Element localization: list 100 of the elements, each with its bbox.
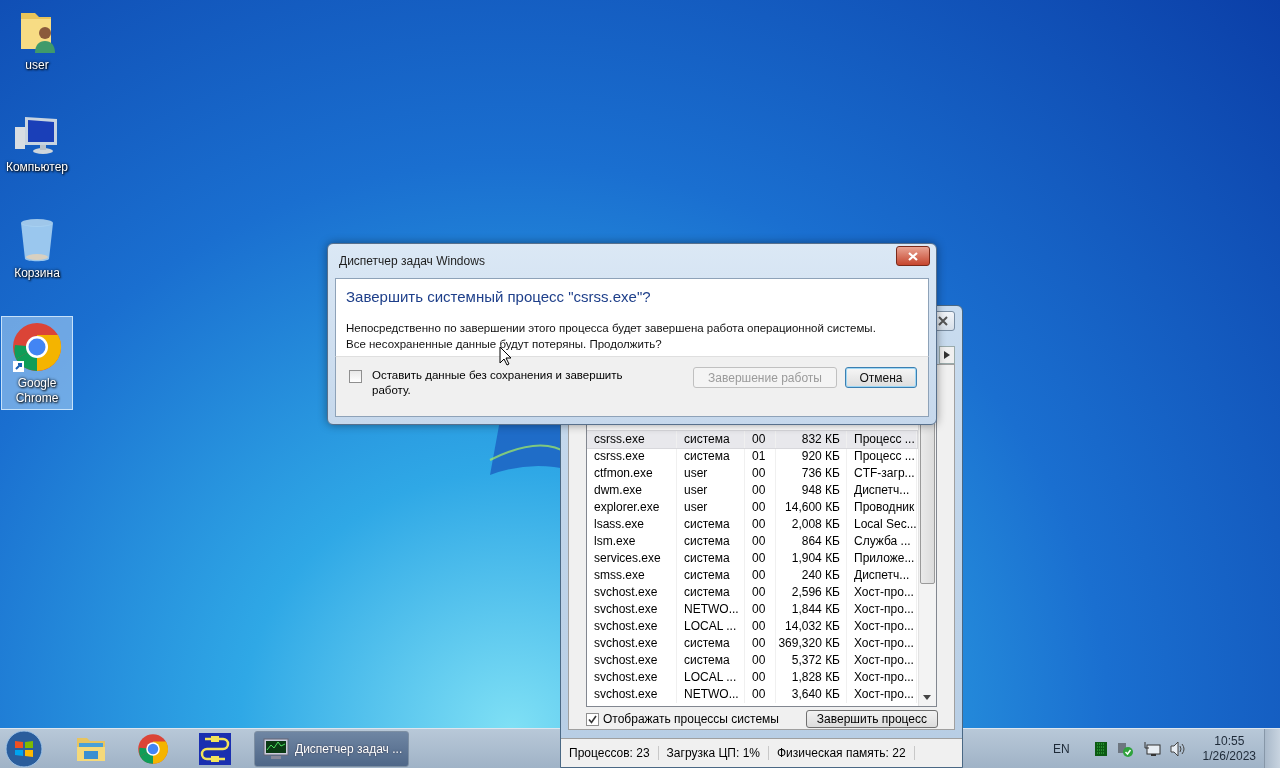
table-cell: 832 КБ <box>776 431 847 448</box>
table-cell: Хост-про... <box>847 686 917 703</box>
process-row[interactable]: smss.exe система 00 240 КБ Диспетч... <box>587 567 917 584</box>
table-cell: 240 КБ <box>776 567 847 584</box>
table-cell: 736 КБ <box>776 465 847 482</box>
process-row[interactable]: svchost.exe система 00 2,596 КБ Хост-про... <box>587 584 917 601</box>
language-indicator[interactable]: EN <box>1052 742 1070 756</box>
table-cell: LOCAL ... <box>677 669 745 686</box>
table-cell: система <box>677 448 745 465</box>
clock-time: 10:55 <box>1214 734 1245 749</box>
table-cell: Хост-про... <box>847 669 917 686</box>
table-cell: ctfmon.exe <box>587 465 677 482</box>
chrome-icon <box>11 321 63 373</box>
process-row[interactable]: svchost.exe LOCAL ... 00 14,032 КБ Хост-про... <box>587 618 917 635</box>
table-cell: svchost.exe <box>587 635 677 652</box>
table-cell: svchost.exe <box>587 618 677 635</box>
table-cell: система <box>677 567 745 584</box>
down-arrow-icon[interactable] <box>923 695 931 700</box>
chip-icon[interactable] <box>1094 742 1107 756</box>
table-cell: LOCAL ... <box>677 618 745 635</box>
table-cell: Процесс ... <box>847 448 917 465</box>
process-row[interactable]: csrss.exe система 01 920 КБ Процесс ... <box>587 448 917 465</box>
cancel-button[interactable]: Отмена <box>845 367 917 388</box>
table-cell: Процесс ... <box>847 431 917 448</box>
status-text: Физическая память: 22 <box>768 746 915 760</box>
table-cell: 2,008 КБ <box>776 516 847 533</box>
process-row[interactable]: lsass.exe система 00 2,008 КБ Local Sec... <box>587 516 917 533</box>
process-row[interactable]: explorer.exe user 00 14,600 КБ Проводник <box>587 499 917 516</box>
process-row[interactable]: svchost.exe система 00 369,320 КБ Хост-про... <box>587 635 917 652</box>
end-process-button[interactable]: Завершить процесс <box>805 710 938 728</box>
icon-label: Google Chrome <box>15 376 59 406</box>
table-cell: csrss.exe <box>587 448 677 465</box>
table-cell: Хост-про... <box>847 618 917 635</box>
table-cell: Приложе... <box>847 550 917 567</box>
clock[interactable]: 10:55 1/26/2023 <box>1202 734 1256 764</box>
table-cell: 14,032 КБ <box>776 618 847 635</box>
table-cell: services.exe <box>587 550 677 567</box>
table-cell: 948 КБ <box>776 482 847 499</box>
table-cell: 00 <box>745 499 776 516</box>
table-cell: svchost.exe <box>587 601 677 618</box>
process-row[interactable]: svchost.exe NETWO... 00 3,640 КБ Хост-про... <box>587 686 917 703</box>
desktop-icon[interactable]: Корзина <box>1 212 73 285</box>
process-row[interactable]: services.exe система 00 1,904 КБ Приложе... <box>587 550 917 567</box>
table-cell: Хост-про... <box>847 635 917 652</box>
table-cell: 00 <box>745 431 776 448</box>
process-row[interactable]: csrss.exe система 00 832 КБ Процесс ... <box>587 431 917 448</box>
table-cell: 00 <box>745 567 776 584</box>
table-cell: 00 <box>745 652 776 669</box>
table-cell: система <box>677 431 745 448</box>
device-check-icon[interactable] <box>1115 741 1134 757</box>
close-icon <box>908 251 918 261</box>
process-row[interactable]: ctfmon.exe user 00 736 КБ CTF-загр... <box>587 465 917 482</box>
network-icon[interactable] <box>1142 741 1161 757</box>
status-text: Процессов: 23 <box>561 746 659 760</box>
table-cell: Проводник <box>847 499 917 516</box>
tab-scroll-button[interactable] <box>939 346 955 364</box>
table-cell: dwm.exe <box>587 482 677 499</box>
table-cell: Хост-про... <box>847 652 917 669</box>
desktop-icon[interactable]: Компьютер <box>1 108 73 179</box>
table-cell: Диспетч... <box>847 567 917 584</box>
dialog-heading: Завершить системный процесс "csrss.exe"? <box>346 288 652 305</box>
icon-label: Компьютер <box>5 160 69 175</box>
table-cell: 00 <box>745 482 776 499</box>
table-cell: 1,904 КБ <box>776 550 847 567</box>
close-button[interactable] <box>896 246 930 266</box>
speaker-icon[interactable] <box>1169 741 1186 757</box>
icon-label: Корзина <box>14 266 60 281</box>
process-row[interactable]: svchost.exe система 00 5,372 КБ Хост-про... <box>587 652 917 669</box>
table-cell: explorer.exe <box>587 499 677 516</box>
process-row[interactable]: svchost.exe NETWO... 00 1,844 КБ Хост-про... <box>587 601 917 618</box>
table-cell: система <box>677 635 745 652</box>
taskbar-window-button[interactable]: Диспетчер задач ... <box>254 731 409 767</box>
folder-icon[interactable] <box>76 735 106 763</box>
checkbox-label: Оставить данные без сохранения и завершить работу. <box>372 368 624 398</box>
table-cell: 14,600 КБ <box>776 499 847 516</box>
icon-label: user <box>25 58 49 73</box>
process-row[interactable]: dwm.exe user 00 948 КБ Диспетч... <box>587 482 917 499</box>
start-button[interactable] <box>4 730 44 768</box>
table-cell: 00 <box>745 550 776 567</box>
right-arrow-icon <box>944 351 950 359</box>
table-cell: система <box>677 652 745 669</box>
table-cell: Хост-про... <box>847 584 917 601</box>
cable-icon[interactable] <box>199 733 231 765</box>
process-row[interactable]: lsm.exe система 00 864 КБ Служба ... <box>587 533 917 550</box>
table-cell: svchost.exe <box>587 686 677 703</box>
table-cell: 00 <box>745 584 776 601</box>
table-cell: 00 <box>745 669 776 686</box>
table-cell: 864 КБ <box>776 533 847 550</box>
table-cell: 369,320 КБ <box>776 635 847 652</box>
table-cell: Служба ... <box>847 533 917 550</box>
checkbox[interactable] <box>586 712 599 726</box>
table-cell: 00 <box>745 465 776 482</box>
checkbox[interactable] <box>349 370 362 383</box>
chrome-icon[interactable] <box>137 733 169 765</box>
status-text: Загрузка ЦП: 1% <box>658 746 769 760</box>
process-row[interactable]: svchost.exe LOCAL ... 00 1,828 КБ Хост-про... <box>587 669 917 686</box>
table-cell: smss.exe <box>587 567 677 584</box>
desktop-icon[interactable]: user <box>1 4 73 77</box>
table-cell: NETWO... <box>677 601 745 618</box>
close-icon <box>938 316 948 326</box>
